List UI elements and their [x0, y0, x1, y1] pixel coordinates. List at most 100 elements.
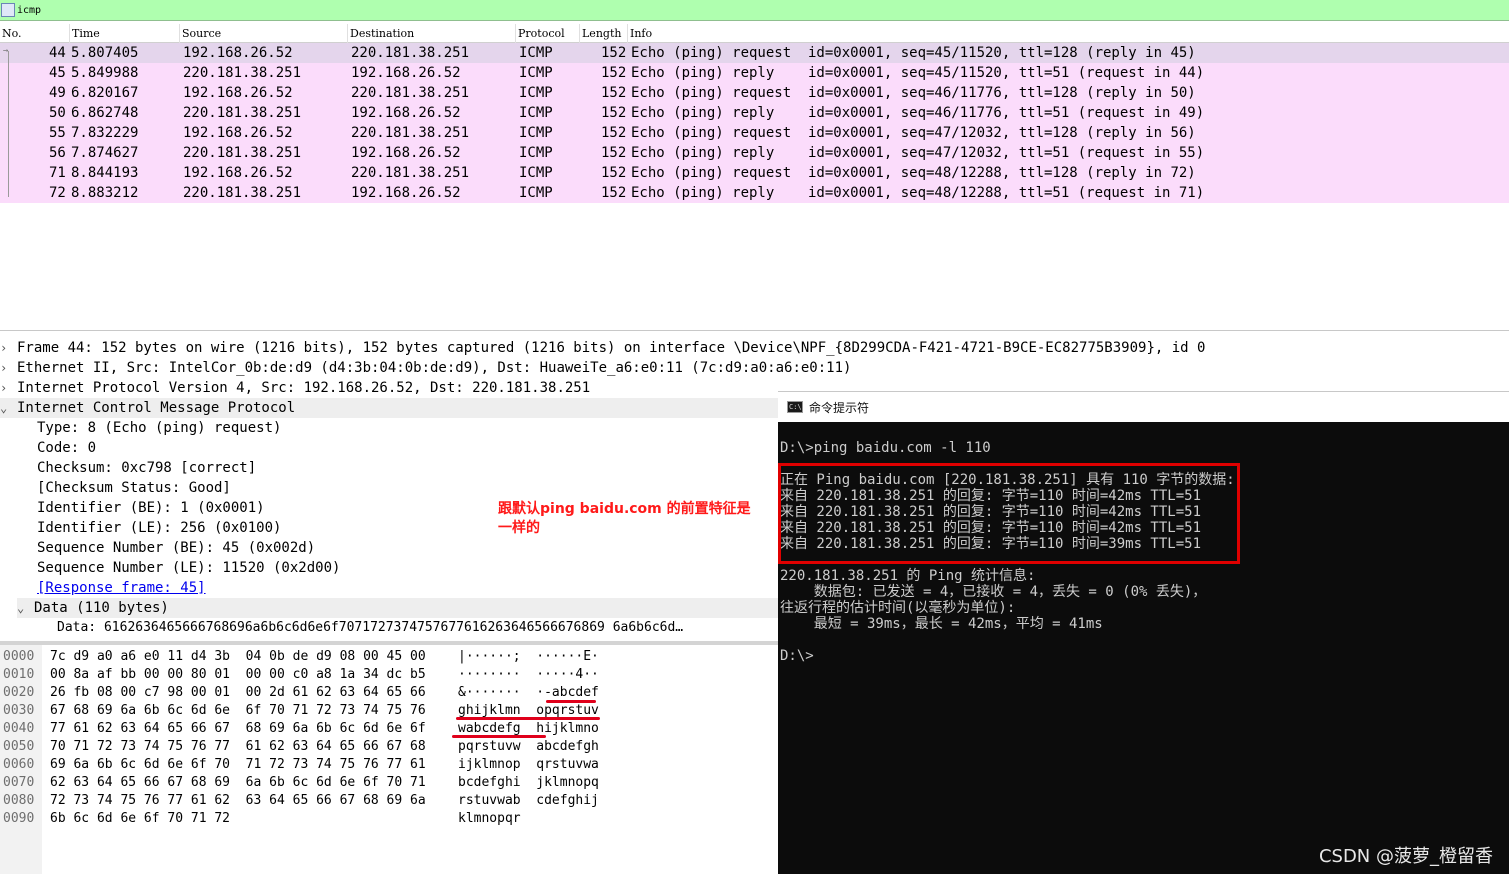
red-annotation-note: 跟默认ping baidu.com 的前置特征是一样的	[498, 501, 751, 536]
packet-info: Echo (ping) reply id=0x0001, seq=46/1177…	[631, 105, 1205, 121]
byte-hex[interactable]: 7c d9 a0 a6 e0 11 d4 3b 04 0b de d9 08 0…	[50, 648, 426, 666]
related-packets-gutter: →	[2, 43, 12, 203]
response-frame-link[interactable]: [Response frame: 45]	[37, 578, 206, 598]
packet-info: Echo (ping) request id=0x0001, seq=46/11…	[631, 85, 1196, 101]
packet-row[interactable]: 71 8.844193 192.168.26.52 220.181.38.251…	[0, 163, 1509, 183]
field-type[interactable]: Type: 8 (Echo (ping) request)	[37, 418, 281, 438]
byte-offset: 0090	[3, 811, 35, 826]
packet-list-header: No. Time Source Destination Protocol Len…	[0, 24, 1509, 43]
tree-frame[interactable]: › Frame 44: 152 bytes on wire (1216 bits)…	[0, 338, 1509, 358]
byte-hex[interactable]: 6b 6c 6d 6e 6f 70 71 72	[50, 810, 230, 828]
packet-protocol: ICMP	[519, 145, 553, 161]
field-identifier-be[interactable]: Identifier (BE): 1 (0x0001)	[37, 498, 265, 518]
packet-row[interactable]: 50 6.862748 220.181.38.251 192.168.26.52…	[0, 103, 1509, 123]
cmd-console[interactable]: D:\>ping baidu.com -l 110 正在 Ping baidu.…	[778, 422, 1509, 874]
tree-ethernet-label: Ethernet II, Src: IntelCor_0b:de:d9 (d4:…	[17, 360, 852, 376]
packet-row[interactable]: 49 6.820167 192.168.26.52 220.181.38.251…	[0, 83, 1509, 103]
expand-chevron-icon[interactable]: ›	[0, 378, 17, 398]
column-header-protocol[interactable]: Protocol	[516, 24, 580, 43]
column-header-length[interactable]: Length	[580, 24, 628, 43]
console-line: 数据包: 已发送 = 4，已接收 = 4，丢失 = 0 (0% 丢失)，	[780, 584, 1207, 600]
packet-info: Echo (ping) reply id=0x0001, seq=48/1228…	[631, 185, 1205, 201]
field-identifier-le[interactable]: Identifier (LE): 256 (0x0100)	[37, 518, 281, 538]
packet-destination: 192.168.26.52	[351, 65, 461, 81]
tree-ip[interactable]: › Internet Protocol Version 4, Src: 192.1…	[0, 378, 590, 398]
byte-hex[interactable]: 26 fb 08 00 c7 98 00 01 00 2d 61 62 63 6…	[50, 684, 426, 702]
packet-source: 220.181.38.251	[183, 145, 302, 161]
packet-length: 152	[601, 85, 627, 101]
tree-icmp[interactable]: ⌄ Internet Control Message Protocol	[0, 398, 778, 418]
cmd-window-title: 命令提示符	[809, 400, 870, 415]
packet-protocol: ICMP	[519, 85, 553, 101]
response-frame-link-text[interactable]: [Response frame: 45]	[37, 580, 206, 596]
column-header-info[interactable]: Info	[628, 24, 1509, 43]
expand-chevron-icon[interactable]: ›	[0, 338, 17, 358]
packet-no: 56	[49, 145, 66, 161]
packet-row[interactable]: 55 7.832229 192.168.26.52 220.181.38.251…	[0, 123, 1509, 143]
column-header-time[interactable]: Time	[70, 24, 180, 43]
byte-hex[interactable]: 62 63 64 65 66 67 68 69 6a 6b 6c 6d 6e 6…	[50, 774, 426, 792]
packet-destination: 192.168.26.52	[351, 145, 461, 161]
byte-offset: 0010	[3, 667, 35, 682]
byte-hex[interactable]: 72 73 74 75 76 77 61 62 63 64 65 66 67 6…	[50, 792, 426, 810]
field-sequence-be[interactable]: Sequence Number (BE): 45 (0x002d)	[37, 538, 315, 558]
expand-chevron-icon[interactable]: ›	[0, 358, 17, 378]
byte-ascii[interactable]: ijklmnop qrstuvwa	[458, 756, 599, 774]
byte-hex[interactable]: 77 61 62 63 64 65 66 67 68 69 6a 6b 6c 6…	[50, 720, 426, 738]
field-checksum[interactable]: Checksum: 0xc798 [correct]	[37, 458, 256, 478]
tree-ip-label: Internet Protocol Version 4, Src: 192.16…	[17, 380, 591, 396]
packet-length: 152	[601, 105, 627, 121]
red-underline-mark	[546, 700, 596, 703]
collapse-chevron-icon[interactable]: ⌄	[17, 598, 34, 618]
byte-ascii[interactable]: ········ ·····4··	[458, 666, 599, 684]
cmd-titlebar[interactable]: C:\ 命令提示符	[778, 391, 1509, 422]
tree-ethernet[interactable]: › Ethernet II, Src: IntelCor_0b:de:d9 (d4…	[0, 358, 851, 378]
column-header-destination[interactable]: Destination	[348, 24, 516, 43]
tree-data[interactable]: ⌄ Data (110 bytes)	[17, 598, 778, 618]
byte-ascii[interactable]: rstuvwab cdefghij	[458, 792, 599, 810]
collapse-chevron-icon[interactable]: ⌄	[0, 398, 17, 418]
byte-ascii[interactable]: pqrstuvw abcdefgh	[458, 738, 599, 756]
console-line: D:\>ping baidu.com -l 110	[780, 440, 991, 456]
byte-hex[interactable]: 70 71 72 73 74 75 76 77 61 62 63 64 65 6…	[50, 738, 426, 756]
packet-details-pane: › Frame 44: 152 bytes on wire (1216 bits)…	[0, 337, 1205, 641]
display-filter-bar	[0, 0, 1509, 21]
packet-row[interactable]: 72 8.883212 220.181.38.251 192.168.26.52…	[0, 183, 1509, 203]
packet-row[interactable]: 45 5.849988 220.181.38.251 192.168.26.52…	[0, 63, 1509, 83]
byte-hex[interactable]: 67 68 69 6a 6b 6c 6d 6e 6f 70 71 72 73 7…	[50, 702, 426, 720]
packet-row[interactable]: 56 7.874627 220.181.38.251 192.168.26.52…	[0, 143, 1509, 163]
console-line: 最短 = 39ms，最长 = 42ms，平均 = 41ms	[780, 616, 1103, 632]
packet-info: Echo (ping) reply id=0x0001, seq=45/1152…	[631, 65, 1205, 81]
field-sequence-le[interactable]: Sequence Number (LE): 11520 (0x2d00)	[37, 558, 340, 578]
field-checksum-status[interactable]: [Checksum Status: Good]	[37, 478, 231, 498]
packet-source: 220.181.38.251	[183, 105, 302, 121]
packet-time: 5.849988	[71, 65, 139, 81]
packet-no: 55	[49, 125, 66, 141]
tree-frame-label: Frame 44: 152 bytes on wire (1216 bits),…	[17, 340, 1206, 356]
field-code[interactable]: Code: 0	[37, 438, 96, 458]
packet-time: 6.820167	[71, 85, 139, 101]
console-line: 220.181.38.251 的 Ping 统计信息:	[780, 568, 1036, 584]
bookmark-icon[interactable]	[1, 3, 15, 17]
packet-destination: 192.168.26.52	[351, 105, 461, 121]
watermark: CSDN @菠萝_橙留香	[1318, 846, 1493, 867]
column-header-no[interactable]: No.	[0, 24, 70, 43]
packet-row[interactable]: 44 5.807405 192.168.26.52 220.181.38.251…	[0, 43, 1509, 63]
display-filter-input[interactable]	[17, 1, 1417, 19]
byte-ascii[interactable]: klmnopqr	[458, 810, 521, 828]
byte-hex[interactable]: 00 8a af bb 00 00 80 01 00 00 c0 a8 1a 3…	[50, 666, 426, 684]
packet-protocol: ICMP	[519, 65, 553, 81]
terminal-icon: C:\	[787, 401, 803, 413]
byte-hex[interactable]: 69 6a 6b 6c 6d 6e 6f 70 71 72 73 74 75 7…	[50, 756, 426, 774]
tree-data-label: Data (110 bytes)	[34, 600, 169, 616]
byte-offset: 0020	[3, 685, 35, 700]
packet-no: 71	[49, 165, 66, 181]
byte-ascii[interactable]: |······; ······E·	[458, 648, 599, 666]
packet-bytes-pane: 0000 7c d9 a0 a6 e0 11 d4 3b 04 0b de d9…	[0, 645, 778, 874]
packet-protocol: ICMP	[519, 125, 553, 141]
cmd-window: C:\ 命令提示符 D:\>ping baidu.com -l 110 正在 P…	[778, 391, 1509, 874]
byte-ascii[interactable]: bcdefghi jklmnopq	[458, 774, 599, 792]
packet-destination: 220.181.38.251	[351, 45, 470, 61]
column-header-source[interactable]: Source	[180, 24, 348, 43]
field-data-value[interactable]: Data: 6162636465666768696a6b6c6d6e6f7071…	[57, 618, 697, 638]
